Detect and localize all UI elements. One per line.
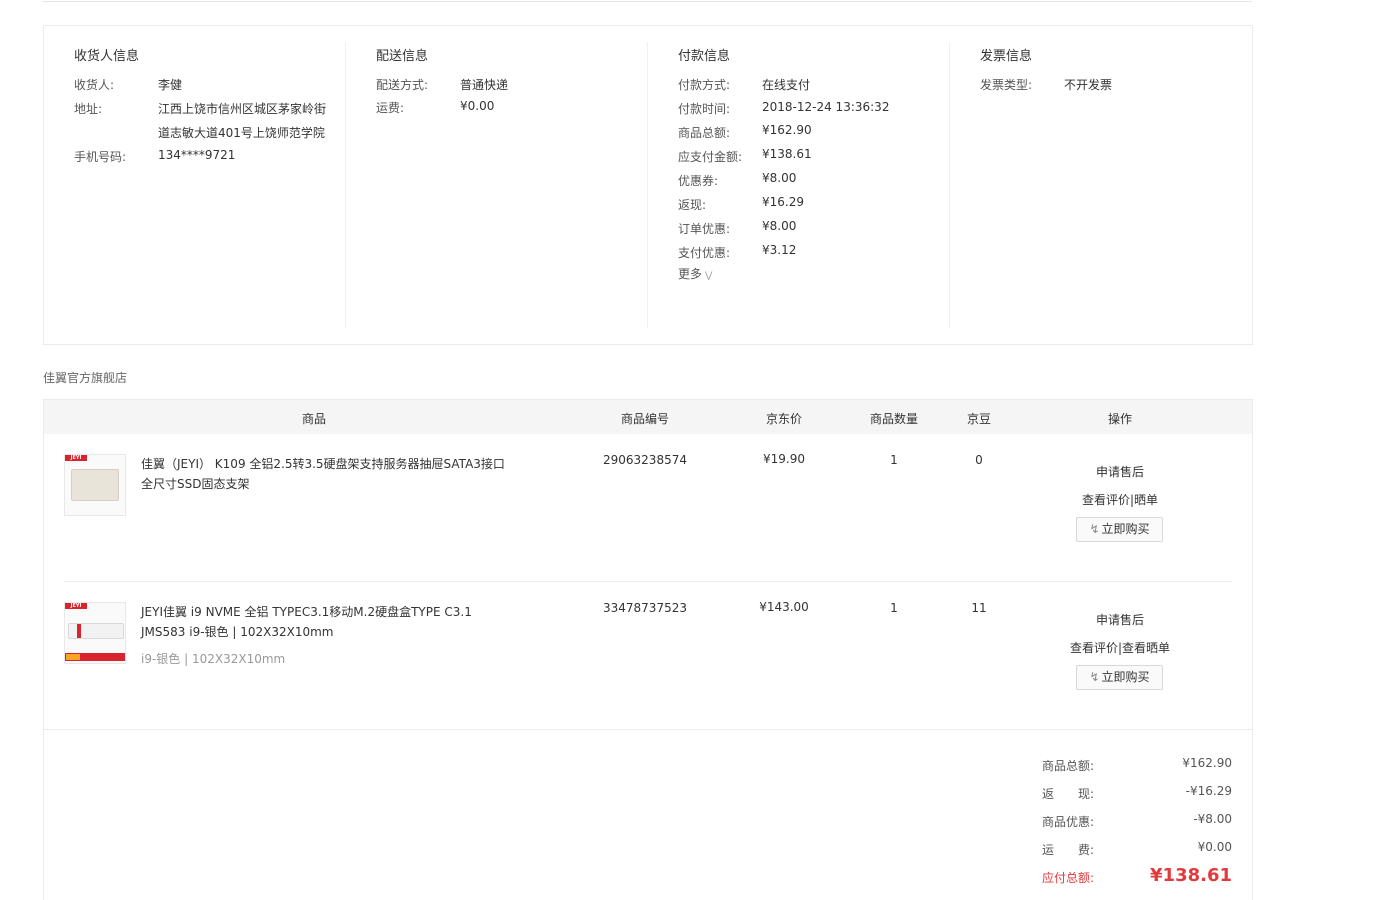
product-quantity: 1 (890, 601, 898, 615)
invoice-section: 发票信息 发票类型: 不开发票 (950, 26, 1252, 344)
buy-now-button[interactable]: ↯ 立即购买 (1076, 517, 1163, 542)
payment-row-value: ¥16.29 (762, 195, 804, 209)
apply-after-sale-link[interactable]: 申请售后 (1060, 463, 1180, 480)
more-label: 更多 (678, 267, 703, 281)
summary-goods-total: ¥162.90 (1182, 756, 1232, 770)
payment-row-label: 返现: (678, 198, 707, 212)
product-picture (68, 623, 124, 639)
payment-row-label: 商品总额: (678, 126, 731, 140)
summary-payable: ¥138.61 (1150, 865, 1232, 886)
consignee-name-label: 收货人: (74, 78, 115, 92)
buy-now-button[interactable]: ↯ 立即购买 (1076, 665, 1163, 690)
consignee-phone-label: 手机号码: (74, 150, 127, 164)
apply-after-sale-link[interactable]: 申请售后 (1060, 611, 1180, 628)
lightning-icon: ↯ (1089, 670, 1100, 684)
invoice-type: 不开发票 (1064, 78, 1113, 92)
payment-row-label: 订单优惠: (678, 222, 731, 236)
header-quantity: 商品数量 (869, 412, 918, 426)
consignee-phone: 134****9721 (158, 148, 236, 162)
payment-title: 付款信息 (678, 49, 731, 64)
payment-row-value: ¥8.00 (762, 219, 797, 233)
shipping-method-label: 配送方式: (376, 78, 429, 92)
consignee-address-line2: 道志敏大道401号上饶师范学院 (158, 126, 325, 140)
table-header: 商品 商品编号 京东价 商品数量 京豆 操作 (44, 400, 1252, 434)
brand-logo: JEYI (65, 603, 87, 609)
header-actions: 操作 (1107, 412, 1132, 426)
consignee-address-line1: 江西上饶市信州区城区茅家岭街 (158, 102, 327, 116)
header-price: 京东价 (765, 412, 802, 426)
summary-freight: ¥0.00 (1197, 840, 1232, 854)
summary-payable-label: 应付总额: (1042, 871, 1095, 885)
row-divider (64, 581, 1232, 582)
summary-cashback: -¥16.29 (1185, 784, 1232, 798)
view-review-link[interactable]: 查看评价|晒单 (1060, 491, 1180, 508)
payment-row-label: 付款时间: (678, 102, 731, 116)
buy-now-label: 立即购买 (1101, 522, 1150, 536)
product-name-link[interactable]: JEYI佳翼 i9 NVME 全铝 TYPEC3.1移动M.2硬盘盒TYPE C… (141, 602, 472, 642)
shop-name-link[interactable]: 佳翼官方旗舰店 (43, 369, 127, 386)
header-sku: 商品编号 (620, 412, 669, 426)
payment-row-label: 优惠券: (678, 174, 719, 188)
shipping-fee-label: 运费: (376, 101, 405, 115)
invoice-title: 发票信息 (980, 49, 1033, 64)
promo-band (65, 653, 125, 661)
product-jingdou: 11 (971, 601, 987, 615)
summary-discount-label: 商品优惠: (1042, 815, 1095, 829)
product-name-line2: JMS583 i9-银色 | 102X32X10mm (141, 625, 334, 639)
consignee-address-label: 地址: (74, 102, 103, 116)
consignee-section: 收货人信息 收货人: 李健 地址: 江西上饶市信州区城区茅家岭街 道志敏大道40… (44, 26, 346, 344)
summary-discount: -¥8.00 (1193, 812, 1232, 826)
goods-table: 商品 商品编号 京东价 商品数量 京豆 操作 JEYI 佳翼（JEYI） K10… (43, 399, 1253, 900)
product-name-line1: JEYI佳翼 i9 NVME 全铝 TYPEC3.1移动M.2硬盘盒TYPE C… (141, 605, 472, 619)
payment-row-label: 应支付金额: (678, 150, 743, 164)
product-name-line1: 佳翼（JEYI） K109 全铝2.5转3.5硬盘架支持服务器抽屉SATA3接口 (141, 457, 505, 471)
shipping-title: 配送信息 (376, 49, 429, 64)
payment-row-value: ¥162.90 (762, 123, 812, 137)
product-image-link[interactable]: JEYI (64, 602, 126, 664)
product-picture (71, 469, 119, 501)
top-divider (43, 0, 1252, 2)
invoice-type-label: 发票类型: (980, 78, 1033, 92)
view-review-link[interactable]: 查看评价|查看晒单 (1050, 639, 1190, 656)
summary-goods-total-label: 商品总额: (1042, 759, 1095, 773)
product-stripe (77, 624, 81, 638)
product-quantity: 1 (890, 453, 898, 467)
lightning-icon: ↯ (1089, 522, 1100, 536)
summary-divider (44, 729, 1252, 730)
shipping-fee: ¥0.00 (460, 99, 495, 113)
product-jingdou: 0 (975, 453, 983, 467)
product-image-link[interactable]: JEYI (64, 454, 126, 516)
product-price: ¥19.90 (763, 452, 805, 466)
header-product: 商品 (301, 412, 326, 426)
product-price: ¥143.00 (759, 600, 809, 614)
payment-row-value: ¥138.61 (762, 147, 812, 161)
product-sku: 29063238574 (603, 453, 687, 467)
consignee-title: 收货人信息 (74, 49, 140, 64)
payment-row-value: ¥3.12 (762, 243, 797, 257)
summary-freight-label: 运 费: (1042, 843, 1095, 857)
shipping-method: 普通快递 (460, 78, 509, 92)
brand-logo: JEYI (65, 455, 87, 461)
shipping-section: 配送信息 配送方式: 普通快递 运费: ¥0.00 (346, 26, 648, 344)
product-sku: 33478737523 (603, 601, 687, 615)
product-spec: i9-银色 | 102X32X10mm (141, 652, 286, 666)
product-name-line2: 全尺寸SSD固态支架 (141, 477, 250, 491)
promo-tag (66, 654, 80, 660)
payment-section: 付款信息 付款方式: 在线支付 付款时间: 2018-12-24 13:36:3… (648, 26, 950, 344)
header-jingdou: 京豆 (966, 412, 991, 426)
order-info-panel: 收货人信息 收货人: 李健 地址: 江西上饶市信州区城区茅家岭街 道志敏大道40… (43, 25, 1253, 345)
consignee-name: 李健 (158, 78, 183, 92)
payment-row-value: ¥8.00 (762, 171, 797, 185)
more-payment-details-link[interactable]: 更多 ⋁ (678, 265, 712, 282)
payment-row-value: 在线支付 (762, 78, 811, 92)
product-name-link[interactable]: 佳翼（JEYI） K109 全铝2.5转3.5硬盘架支持服务器抽屉SATA3接口… (141, 454, 505, 494)
buy-now-label: 立即购买 (1101, 670, 1150, 684)
payment-row-value: 2018-12-24 13:36:32 (762, 100, 890, 114)
payment-row-label: 支付优惠: (678, 246, 731, 260)
summary-cashback-label: 返 现: (1042, 787, 1095, 801)
chevron-down-icon: ⋁ (705, 271, 713, 281)
payment-row-label: 付款方式: (678, 78, 731, 92)
